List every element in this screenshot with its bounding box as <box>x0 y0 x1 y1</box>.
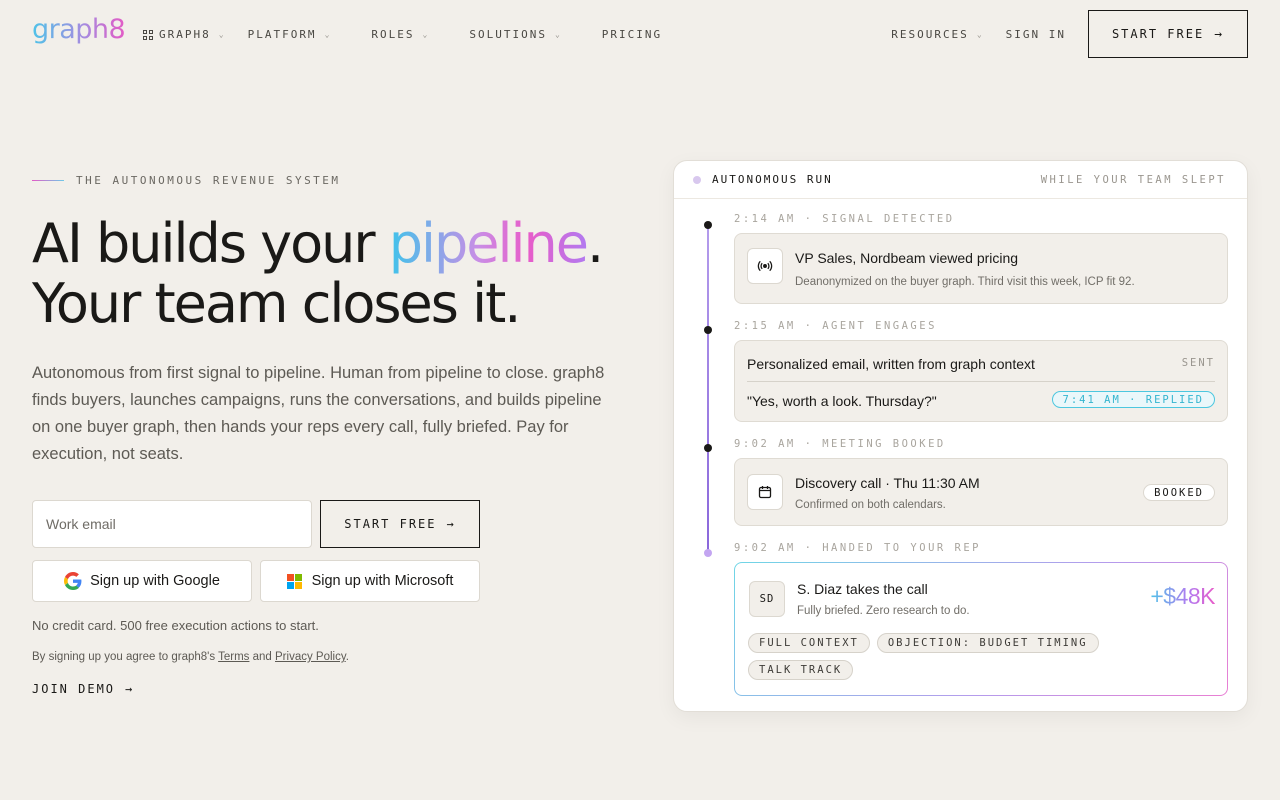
arrow-right-icon: → <box>125 682 135 696</box>
nav-item-label: GRAPH8 <box>159 28 211 41</box>
nav-item-graph8[interactable]: GRAPH8 ⌄ <box>143 28 226 41</box>
avatar: SD <box>749 581 785 617</box>
chip: FULL CONTEXT <box>748 633 870 653</box>
nav-item-platform[interactable]: PLATFORM ⌄ <box>248 28 332 41</box>
nav-item-label: RESOURCES <box>891 27 969 41</box>
chevron-down-icon: ⌄ <box>324 30 332 39</box>
chevron-down-icon: ⌄ <box>218 30 226 39</box>
hero-start-free-button[interactable]: START FREE → <box>320 500 480 548</box>
privacy-policy-link[interactable]: Privacy Policy <box>275 651 346 663</box>
card-title: VP Sales, Nordbeam viewed pricing <box>795 250 1019 266</box>
meeting-card: Discovery call · Thu 11:30 AM Confirmed … <box>734 458 1228 526</box>
headline-highlight: pipeline <box>388 212 589 275</box>
timeline-dot <box>704 444 712 452</box>
button-label: Sign up with Google <box>90 573 220 589</box>
hero-headline: AI builds your pipeline. Your team close… <box>32 214 652 334</box>
logo[interactable]: graph8 <box>32 14 126 45</box>
eyebrow: THE AUTONOMOUS REVENUE SYSTEM <box>32 174 341 187</box>
card-title: Personalized email, written from graph c… <box>747 356 1035 372</box>
card-divider <box>747 381 1215 382</box>
terms-link[interactable]: Terms <box>218 651 249 663</box>
nav-item-pricing[interactable]: PRICING <box>602 28 662 41</box>
calendar-icon <box>747 474 783 510</box>
headline-line-2: Your team closes it. <box>32 272 521 335</box>
handoff-card-inner: SD S. Diaz takes the call Fully briefed.… <box>735 563 1227 695</box>
link-label: JOIN DEMO <box>32 682 116 696</box>
reply-text: "Yes, worth a look. Thursday?" <box>747 393 937 409</box>
replied-badge: 7:41 AM · REPLIED <box>1051 391 1215 408</box>
nav-item-solutions[interactable]: SOLUTIONS ⌄ <box>469 28 561 41</box>
nav-menu: GRAPH8 ⌄ PLATFORM ⌄ ROLES ⌄ SOLUTIONS ⌄ … <box>143 28 702 41</box>
nav-right: RESOURCES ⌄ SIGN IN START FREE → <box>891 10 1248 58</box>
nav-item-resources[interactable]: RESOURCES ⌄ <box>891 28 983 41</box>
timeline-dot <box>704 326 712 334</box>
arrow-right-icon: → <box>446 517 456 531</box>
email-card: Personalized email, written from graph c… <box>734 340 1228 422</box>
nav-item-label: SOLUTIONS <box>469 28 547 41</box>
panel-subtitle: WHILE YOUR TEAM SLEPT <box>1040 173 1226 186</box>
nav-item-label: PLATFORM <box>247 28 317 41</box>
no-credit-card-note: No credit card. 500 free execution actio… <box>32 618 319 633</box>
signal-icon <box>747 248 783 284</box>
step-label: 9:02 AM · HANDED TO YOUR REP <box>734 542 982 554</box>
step-label: 9:02 AM · MEETING BOOKED <box>734 438 946 450</box>
timeline-dot <box>704 549 712 557</box>
step-label: 2:15 AM · AGENT ENGAGES <box>734 320 937 332</box>
grid-icon <box>143 29 153 40</box>
google-icon <box>64 572 82 590</box>
join-demo-link[interactable]: JOIN DEMO → <box>32 682 134 696</box>
nav-start-free-button[interactable]: START FREE → <box>1088 10 1248 58</box>
card-title: Discovery call · Thu 11:30 AM <box>795 475 980 491</box>
context-chips: FULL CONTEXT OBJECTION: BUDGET TIMING TA… <box>748 633 1148 680</box>
status-dot <box>693 175 701 184</box>
step-label: 2:14 AM · SIGNAL DETECTED <box>734 213 955 225</box>
nav-item-roles[interactable]: ROLES ⌄ <box>371 28 429 41</box>
card-subtitle: Fully briefed. Zero research to do. <box>797 605 970 617</box>
sign-in-link[interactable]: SIGN IN <box>1006 28 1066 41</box>
chevron-down-icon: ⌄ <box>422 30 430 39</box>
sent-status: SENT <box>1181 357 1215 369</box>
chip: OBJECTION: BUDGET TIMING <box>876 633 1099 653</box>
card-subtitle: Confirmed on both calendars. <box>795 499 946 511</box>
button-label: Sign up with Microsoft <box>311 573 454 589</box>
chevron-down-icon: ⌄ <box>976 29 984 39</box>
booked-badge: BOOKED <box>1143 484 1215 501</box>
deal-amount: +$48K <box>1150 583 1215 609</box>
handoff-card: SD S. Diaz takes the call Fully briefed.… <box>734 562 1228 696</box>
terms-note-text: and <box>249 651 276 663</box>
chevron-down-icon: ⌄ <box>554 30 562 39</box>
card-subtitle: Deanonymized on the buyer graph. Third v… <box>795 276 1135 288</box>
microsoft-signup-button[interactable]: Sign up with Microsoft <box>260 560 480 602</box>
google-signup-button[interactable]: Sign up with Google <box>32 560 252 602</box>
timeline-line <box>707 225 709 553</box>
eyebrow-line <box>32 180 64 181</box>
sign-in-label: SIGN IN <box>1005 27 1066 41</box>
eyebrow-text: THE AUTONOMOUS REVENUE SYSTEM <box>76 174 341 187</box>
microsoft-icon <box>286 573 302 589</box>
button-label: START FREE <box>344 517 437 531</box>
terms-note-text: By signing up you agree to graph8's <box>32 651 219 663</box>
arrow-right-icon: → <box>1214 26 1225 42</box>
headline-part: AI builds your <box>32 212 389 275</box>
terms-note: By signing up you agree to graph8's Term… <box>32 651 349 663</box>
terms-note-text: . <box>345 651 349 663</box>
autonomous-run-panel: AUTONOMOUS RUN WHILE YOUR TEAM SLEPT 2:1… <box>673 160 1248 712</box>
panel-title: AUTONOMOUS RUN <box>712 173 833 186</box>
headline-part: . <box>586 212 604 275</box>
button-label: START FREE <box>1111 27 1205 41</box>
top-nav: graph8 GRAPH8 ⌄ PLATFORM ⌄ ROLES ⌄ SOLUT… <box>0 0 1280 70</box>
nav-item-label: ROLES <box>371 28 415 41</box>
panel-header: AUTONOMOUS RUN WHILE YOUR TEAM SLEPT <box>674 161 1247 199</box>
card-title: S. Diaz takes the call <box>797 581 928 597</box>
nav-item-label: PRICING <box>601 28 663 41</box>
hero-subtitle: Autonomous from first signal to pipeline… <box>32 364 605 463</box>
email-input[interactable] <box>32 500 312 548</box>
chip: TALK TRACK <box>748 660 854 680</box>
timeline-dot <box>704 221 712 229</box>
signal-card: VP Sales, Nordbeam viewed pricing Deanon… <box>734 233 1228 304</box>
